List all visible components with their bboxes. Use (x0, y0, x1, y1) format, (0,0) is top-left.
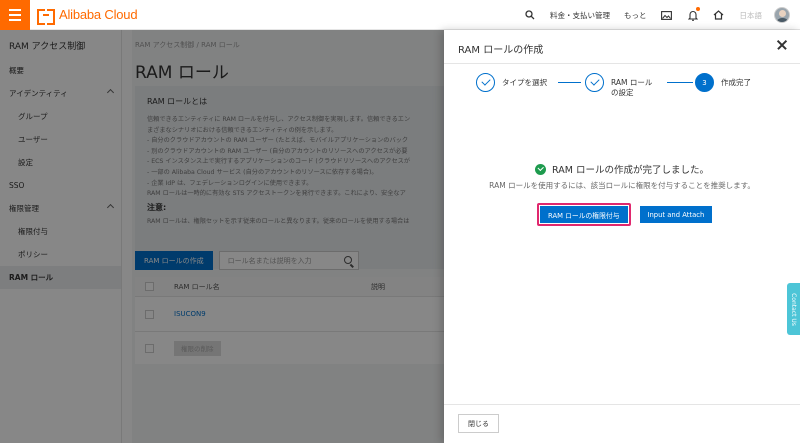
step-configure-role: RAM ロール の設定 (585, 73, 652, 98)
sidebar-item-settings[interactable]: 設定 (0, 151, 121, 174)
user-avatar[interactable] (774, 7, 790, 23)
action-row: RAM ロールの作成 ロール名または説明を入力 (135, 251, 359, 270)
success-check-icon (535, 163, 547, 175)
step-check-icon (585, 73, 604, 92)
success-text: RAM ロールの作成が完了しました。 (552, 165, 709, 176)
breadcrumb-current: RAM ロール (201, 41, 240, 49)
role-name-link[interactable]: ISUCON9 (174, 310, 371, 318)
sidebar-item-grants[interactable]: 権限付与 (0, 220, 121, 243)
column-header-desc: 説明 (371, 282, 385, 291)
chevron-up-icon (106, 203, 115, 212)
notification-badge (695, 7, 700, 11)
table-header: RAM ロール名 説明 (135, 277, 444, 297)
main-content: RAM アクセス制御 / RAM ロール RAM ロール RAM ロールとは 信… (132, 30, 444, 443)
alibaba-logo-icon (37, 8, 55, 25)
language-switch[interactable]: 日本語 (732, 10, 771, 21)
info-line: 信頼できるエンティティに RAM ロールを付与し、アクセス制御を実現します。信頼… (147, 116, 411, 123)
sidebar-item-label: アイデンティティ (9, 89, 68, 98)
info-note-text: RAM ロールは、権限セットを示す従来のロールと異なります。従来のロールを使用す… (147, 217, 410, 225)
sidebar-title: RAM アクセス制御 (9, 42, 86, 52)
billing-link[interactable]: 料金・支払い管理 (543, 0, 617, 30)
panel-footer-divider (444, 404, 800, 405)
info-line: RAM ロールは一時的に有効な STS アクセストークンを発行できます。これによ… (147, 190, 406, 198)
step-label-line: の設定 (611, 88, 634, 97)
create-role-panel: RAM ロールの作成 タイプを選択 RAM ロール の設定 3 作成完了 RAM… (444, 30, 800, 443)
row-checkbox[interactable] (145, 309, 154, 319)
step-check-icon (476, 73, 495, 92)
sidebar-item-users[interactable]: ユーザー (0, 128, 121, 151)
hamburger-menu-icon[interactable] (0, 0, 30, 30)
step-indicator: タイプを選択 RAM ロール の設定 3 作成完了 (476, 73, 776, 103)
grant-hint: RAM ロールを使用するには、該当ロールに権限を付与することを推奨します。 (489, 181, 755, 190)
input-and-attach-button[interactable]: Input and Attach (639, 206, 713, 223)
success-message: RAM ロールの作成が完了しました。 (444, 162, 800, 176)
info-line: - 一部の Alibaba Cloud サービス (自分のアカウントのリソースに… (147, 168, 378, 176)
close-icon[interactable] (775, 38, 789, 52)
close-button[interactable]: 閉じる (458, 414, 499, 433)
notification-bell-icon[interactable] (680, 0, 706, 30)
contact-us-label: Contact Us (790, 292, 797, 326)
info-note-title: 注意: (147, 202, 167, 212)
sidebar-item-permissions[interactable]: 権限管理 (0, 197, 121, 220)
step-number: 3 (695, 73, 714, 92)
grant-role-permission-button[interactable]: RAM ロールの権限付与 (540, 206, 628, 223)
page-title: RAM ロール (135, 63, 229, 83)
top-right-nav: 料金・支払い管理 もっと 日本語 (517, 0, 800, 30)
sidebar-item-identity[interactable]: アイデンティティ (0, 82, 121, 105)
sidebar-item-label: 権限管理 (9, 204, 39, 213)
sidebar-item-policies[interactable]: ポリシー (0, 243, 121, 266)
info-title: RAM ロールとは (147, 97, 208, 106)
create-ram-role-button[interactable]: RAM ロールの作成 (135, 251, 213, 270)
chevron-up-icon (106, 88, 115, 97)
table-row: ISUCON9 (135, 297, 444, 332)
select-all-checkbox[interactable] (145, 282, 154, 291)
alibaba-cloud-logo[interactable]: Alibaba Cloud (37, 7, 138, 25)
search-icon[interactable] (517, 0, 543, 30)
info-line: - 別のクラウドアカウントの RAM ユーザー (自分のアカウントのリソースへの… (147, 147, 408, 155)
step-select-type: タイプを選択 (476, 73, 547, 92)
breadcrumb-root[interactable]: RAM アクセス制御 (135, 41, 194, 49)
breadcrumb: RAM アクセス制御 / RAM ロール (135, 40, 240, 50)
footer-checkbox[interactable] (145, 343, 154, 353)
sidebar: RAM アクセス制御 概要 アイデンティティ グループ ユーザー 設定 SSO … (0, 30, 122, 443)
info-line: - 企業 IdP は、フェデレーションログインに使用できます。 (147, 179, 313, 187)
role-search-input[interactable]: ロール名または説明を入力 (218, 251, 359, 270)
contact-us-tab[interactable]: Contact Us (787, 283, 800, 335)
step-label-line: RAM ロール (611, 78, 653, 87)
step-label: 作成完了 (721, 78, 751, 87)
sidebar-item-groups[interactable]: グループ (0, 105, 121, 128)
image-icon[interactable] (654, 0, 680, 30)
logo-text: Alibaba Cloud (59, 7, 138, 22)
step-label: タイプを選択 (502, 78, 547, 87)
table-footer: 権限の削除 (135, 332, 444, 364)
highlight-frame: RAM ロールの権限付与 (537, 203, 631, 226)
panel-title: RAM ロールの作成 (458, 45, 544, 56)
sidebar-item-overview[interactable]: 概要 (0, 59, 121, 82)
roles-table: RAM ロール名 説明 ISUCON9 権限の削除 (135, 277, 444, 364)
info-line: - 自分のクラウドアカウントの RAM ユーザー (たとえば、モバイルアプリケー… (147, 137, 409, 145)
info-line: まざまなシナリオにおける信頼できるエンティティの例を示します。 (147, 126, 338, 134)
more-menu[interactable]: もっと (617, 0, 654, 30)
search-placeholder: ロール名または説明を入力 (227, 256, 312, 265)
panel-divider (444, 63, 800, 64)
breadcrumb-separator: / (196, 41, 199, 49)
step-connector (667, 82, 693, 83)
search-icon[interactable] (343, 256, 352, 264)
step-connector (558, 82, 581, 83)
panel-actions: RAM ロールの権限付与 Input and Attach (537, 203, 713, 226)
sidebar-item-ram-roles[interactable]: RAM ロール (0, 266, 121, 289)
bulk-delete-button[interactable]: 権限の削除 (174, 340, 221, 356)
top-bar: Alibaba Cloud 料金・支払い管理 もっと 日本語 (0, 0, 800, 30)
sidebar-item-sso[interactable]: SSO (0, 174, 121, 197)
step-complete: 3 作成完了 (695, 73, 751, 92)
home-icon[interactable] (706, 0, 732, 30)
info-box: RAM ロールとは 信頼できるエンティティに RAM ロールを付与し、アクセス制… (135, 86, 444, 269)
info-line: - ECS インスタンス上で実行するアプリケーションのコード (クラウドリソース… (147, 158, 411, 166)
column-header-name: RAM ロール名 (174, 282, 220, 291)
step-label: RAM ロール の設定 (611, 78, 652, 98)
